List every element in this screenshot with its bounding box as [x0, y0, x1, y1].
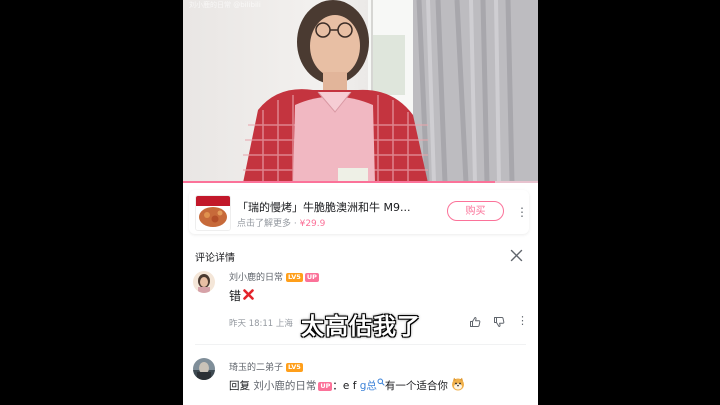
phone-screen: 刘小鹿的日常 @bilibili 「瑞的慢烤」牛脆脆澳洲和牛 M9... 点击了… [183, 0, 538, 405]
cross-icon [243, 289, 254, 300]
level-badge: LV5 [286, 363, 303, 372]
product-card[interactable]: 「瑞的慢烤」牛脆脆澳洲和牛 M9... 点击了解更多 · ¥29.9 购买 ⋮ [189, 190, 529, 234]
video-progress-bar[interactable] [183, 181, 538, 183]
avatar[interactable] [193, 271, 215, 293]
reply-body-start: ：e f [332, 380, 357, 392]
reply-prefix: 回复 [229, 380, 250, 392]
video-progress-fill [183, 181, 496, 183]
thumbs-up-icon[interactable] [469, 316, 481, 328]
comment-more-button[interactable]: ⋮ [517, 314, 528, 327]
product-more-button[interactable]: ⋮ [516, 202, 528, 222]
thumbs-down-icon[interactable] [493, 316, 505, 328]
product-subtitle: 点击了解更多 · ¥29.9 [237, 216, 325, 229]
up-badge: UP [318, 382, 333, 391]
up-badge: UP [304, 273, 319, 282]
search-link-text: g总 [359, 380, 377, 392]
product-price: ¥29.9 [299, 219, 326, 229]
comment-meta: 昨天 18:11 上海 [229, 319, 293, 329]
comment-author-name[interactable]: 刘小鹿的日常 [229, 273, 283, 283]
product-title[interactable]: 「瑞的慢烤」牛脆脆澳洲和牛 M9... [237, 199, 410, 215]
comment-author-name[interactable]: 琦玉的二弟子 [229, 363, 283, 373]
product-more-info[interactable]: 点击了解更多 · [237, 219, 297, 229]
search-icon [377, 378, 385, 386]
shiba-icon [451, 377, 464, 391]
video-subtitle-caption: 太高估我了 [301, 314, 421, 340]
buy-button[interactable]: 购买 [447, 201, 504, 221]
comment-detail-title: 评论详情 [195, 253, 235, 264]
level-badge: LV5 [286, 273, 303, 282]
comment-author[interactable]: 刘小鹿的日常 LV5 UP [229, 270, 319, 283]
comment-author[interactable]: 琦玉的二弟子 LV5 [229, 360, 303, 373]
video-frame [243, 0, 538, 183]
product-thumbnail [195, 195, 231, 231]
video-player[interactable]: 刘小鹿的日常 @bilibili [183, 0, 538, 183]
reply-text: 回复 刘小鹿的日常 UP ：e f g总 有一个适合你 [229, 377, 465, 393]
reply-body-end: 有一个适合你 [384, 380, 448, 392]
comment-text: 错 [229, 289, 242, 303]
search-link[interactable]: g总 [359, 378, 385, 392]
video-watermark: 刘小鹿的日常 @bilibili [189, 1, 261, 9]
avatar[interactable] [193, 358, 215, 380]
reply-mention[interactable]: 刘小鹿的日常 [253, 380, 316, 392]
close-icon[interactable] [510, 249, 523, 262]
comment-divider [195, 344, 526, 345]
